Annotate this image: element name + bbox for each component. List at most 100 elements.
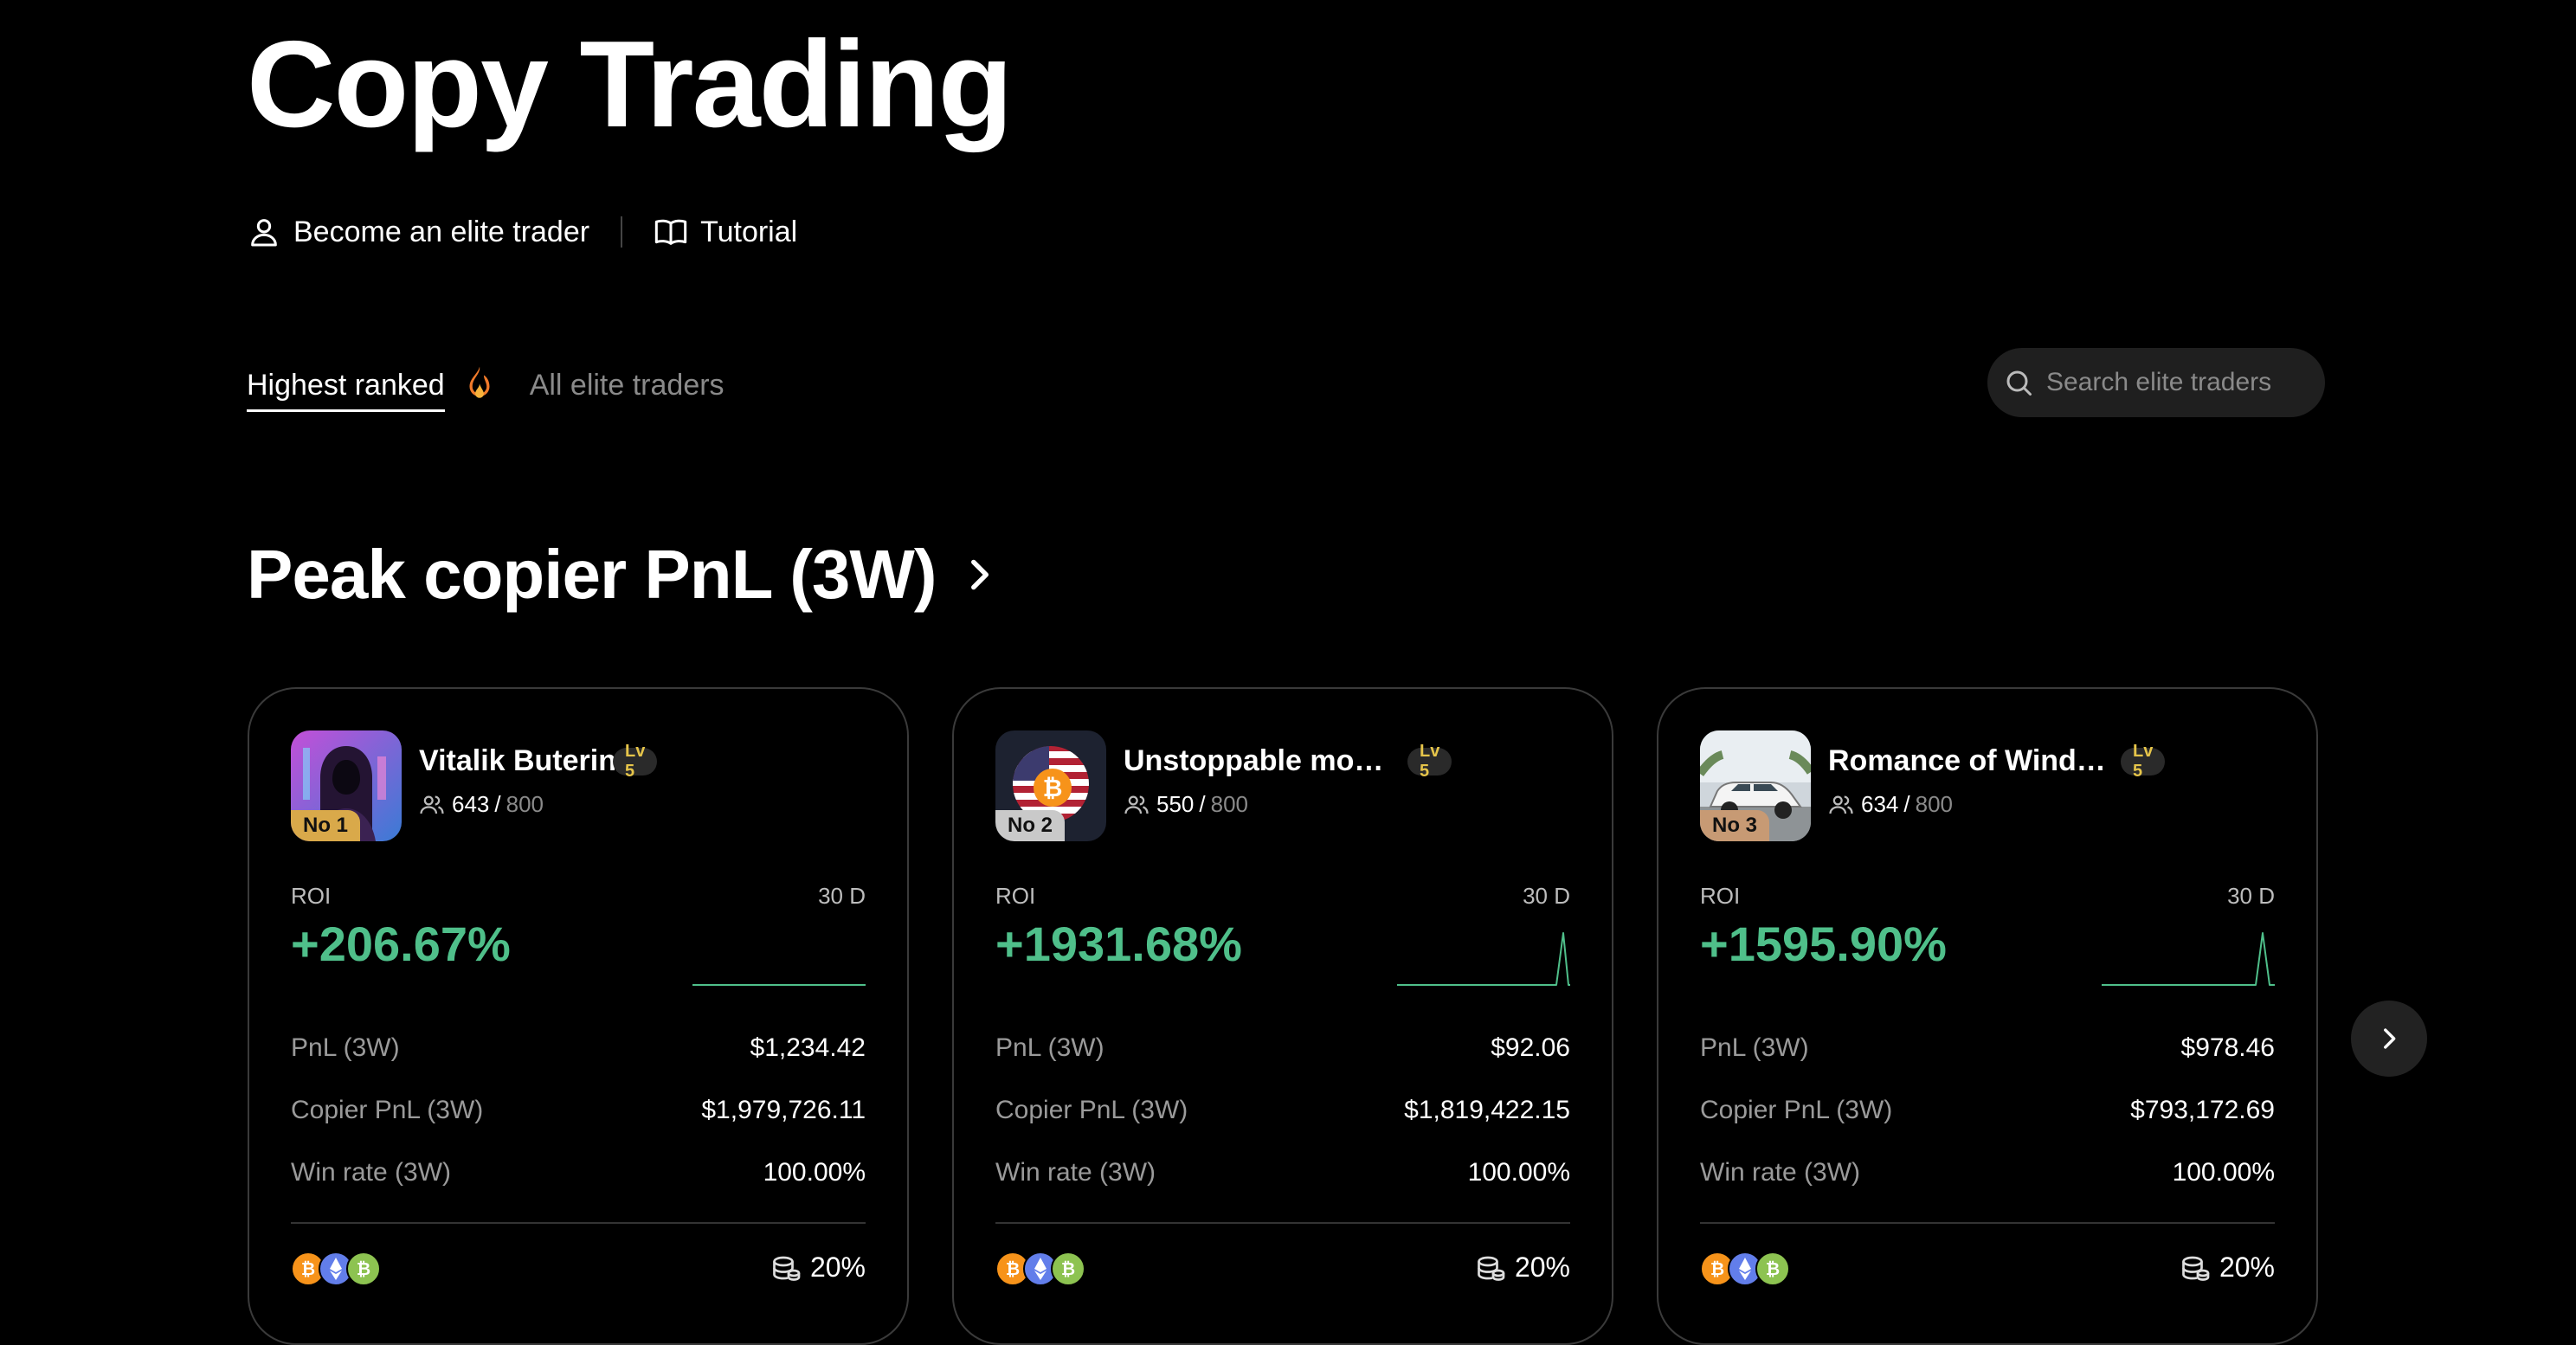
win-rate-row: Win rate (3W) 100.00% <box>995 1158 1570 1187</box>
fire-icon <box>469 366 490 398</box>
copiers-separator: / <box>494 791 501 817</box>
period-label: 30 D <box>2227 883 2275 909</box>
level-badge: Lv 5 <box>613 742 658 781</box>
copier-pnl-label: Copier PnL (3W) <box>995 1096 1188 1124</box>
win-rate-value: 100.00% <box>763 1158 866 1187</box>
trader-name[interactable]: Vitalik Buterin <box>419 744 616 778</box>
copier-pnl-label: Copier PnL (3W) <box>1700 1096 1893 1124</box>
pnl-label: PnL (3W) <box>1700 1033 1809 1062</box>
copier-pnl-label: Copier PnL (3W) <box>291 1096 484 1124</box>
traded-coins: ₿ ₿ <box>1700 1252 1790 1286</box>
pnl-label: PnL (3W) <box>995 1033 1104 1062</box>
copier-pnl-row: Copier PnL (3W) $793,172.69 <box>1700 1096 2275 1125</box>
tab-all-elite-traders[interactable]: All elite traders <box>530 362 724 412</box>
trader-card[interactable]: No 3 Romance of Wind… Lv 5 634 / 800 ROI… <box>1657 687 2318 1345</box>
roi-sparkline <box>2102 932 2275 986</box>
coins-stack-icon <box>2182 1256 2210 1281</box>
win-rate-label: Win rate (3W) <box>995 1158 1156 1187</box>
svg-text:₿: ₿ <box>301 1258 315 1279</box>
copier-pnl-value: $1,979,726.11 <box>701 1096 866 1124</box>
rank-badge: No 2 <box>995 810 1066 841</box>
copiers-current: 550 <box>1156 791 1195 817</box>
coins-stack-icon <box>773 1256 801 1281</box>
roi-label: ROI <box>995 883 1036 909</box>
avatar: No 3 <box>1700 730 1811 841</box>
trader-name[interactable]: Unstoppable mo… <box>1124 744 1383 778</box>
profit-share-value: 20% <box>2219 1252 2275 1283</box>
win-rate-label: Win rate (3W) <box>291 1158 452 1187</box>
win-rate-row: Win rate (3W) 100.00% <box>1700 1158 2275 1187</box>
trader-tabs: Highest ranked All elite traders <box>247 362 724 419</box>
profit-share: 20% <box>2180 1252 2275 1284</box>
header-links: Become an elite trader Tutorial <box>247 206 797 258</box>
rank-badge: No 1 <box>291 810 361 841</box>
search-input[interactable] <box>2045 367 2308 398</box>
become-elite-trader-link[interactable]: Become an elite trader <box>247 215 589 249</box>
profit-share-value: 20% <box>1514 1252 1570 1283</box>
copier-pnl-value: $1,819,422.15 <box>1404 1096 1570 1124</box>
card-divider <box>291 1222 866 1224</box>
win-rate-value: 100.00% <box>2172 1158 2275 1187</box>
copier-pnl-value: $793,172.69 <box>2130 1096 2275 1124</box>
roi-value: +206.67% <box>291 917 511 971</box>
section-title: Peak copier PnL (3W) <box>247 536 937 613</box>
bitcoin-cash-icon: ₿ <box>1755 1252 1790 1286</box>
trader-card[interactable]: No 1 Vitalik Buterin Lv 5 643 / 800 ROI … <box>248 687 909 1345</box>
period-label: 30 D <box>1523 883 1570 909</box>
copiers-separator: / <box>1199 791 1206 817</box>
svg-text:₿: ₿ <box>357 1258 370 1279</box>
copiers-current: 634 <box>1861 791 1899 817</box>
level-badge: Lv 5 <box>1407 742 1452 781</box>
pnl-row: PnL (3W) $92.06 <box>995 1033 1570 1063</box>
win-rate-row: Win rate (3W) 100.00% <box>291 1158 866 1187</box>
trader-card[interactable]: ₿ No 2 Unstoppable mo… Lv 5 550 / 800 RO… <box>952 687 1613 1345</box>
copier-pnl-row: Copier PnL (3W) $1,819,422.15 <box>995 1096 1570 1125</box>
book-icon <box>654 219 687 245</box>
copiers-max: 800 <box>1210 791 1249 817</box>
tutorial-link[interactable]: Tutorial <box>654 215 797 249</box>
card-divider <box>1700 1222 2275 1224</box>
copiers-count: 634 / 800 <box>1828 791 1953 818</box>
pnl-label: PnL (3W) <box>291 1033 400 1062</box>
svg-text:₿: ₿ <box>1710 1258 1724 1279</box>
trader-name[interactable]: Romance of Wind… <box>1828 744 2106 778</box>
roi-value: +1931.68% <box>995 917 1242 971</box>
win-rate-value: 100.00% <box>1467 1158 1570 1187</box>
coins-stack-icon <box>1478 1256 1505 1281</box>
rank-badge: No 3 <box>1700 810 1770 841</box>
card-divider <box>995 1222 1570 1224</box>
pnl-value: $978.46 <box>2180 1033 2275 1062</box>
page-title: Copy Trading <box>247 16 1013 153</box>
tab-highest-ranked[interactable]: Highest ranked <box>247 362 445 412</box>
users-icon <box>420 795 444 814</box>
svg-text:₿: ₿ <box>1766 1258 1780 1279</box>
chevron-right-icon <box>970 559 989 590</box>
roi-label: ROI <box>1700 883 1741 909</box>
section-header[interactable]: Peak copier PnL (3W) <box>247 528 1001 621</box>
copiers-count: 550 / 800 <box>1124 791 1248 818</box>
profit-share-value: 20% <box>809 1252 866 1283</box>
search-box <box>1987 348 2325 417</box>
avatar: No 1 <box>291 730 402 841</box>
profit-share: 20% <box>1475 1252 1570 1284</box>
bitcoin-cash-icon: ₿ <box>1051 1252 1085 1286</box>
svg-text:₿: ₿ <box>1006 1258 1020 1279</box>
svg-text:₿: ₿ <box>1043 774 1063 802</box>
roi-sparkline <box>692 984 866 986</box>
pnl-row: PnL (3W) $1,234.42 <box>291 1033 866 1063</box>
copier-pnl-row: Copier PnL (3W) $1,979,726.11 <box>291 1096 866 1125</box>
chevron-right-icon <box>2384 1028 2396 1049</box>
copiers-count: 643 / 800 <box>419 791 544 818</box>
pnl-value: $92.06 <box>1491 1033 1570 1062</box>
copiers-separator: / <box>1903 791 1910 817</box>
link-divider <box>621 216 623 248</box>
period-label: 30 D <box>818 883 866 909</box>
avatar: ₿ No 2 <box>995 730 1106 841</box>
pnl-value: $1,234.42 <box>750 1033 866 1062</box>
carousel-next-button[interactable] <box>2351 1001 2427 1077</box>
tutorial-label: Tutorial <box>700 215 798 248</box>
win-rate-label: Win rate (3W) <box>1700 1158 1861 1187</box>
users-icon <box>1829 795 1853 814</box>
svg-text:₿: ₿ <box>1061 1258 1075 1279</box>
roi-label: ROI <box>291 883 332 909</box>
